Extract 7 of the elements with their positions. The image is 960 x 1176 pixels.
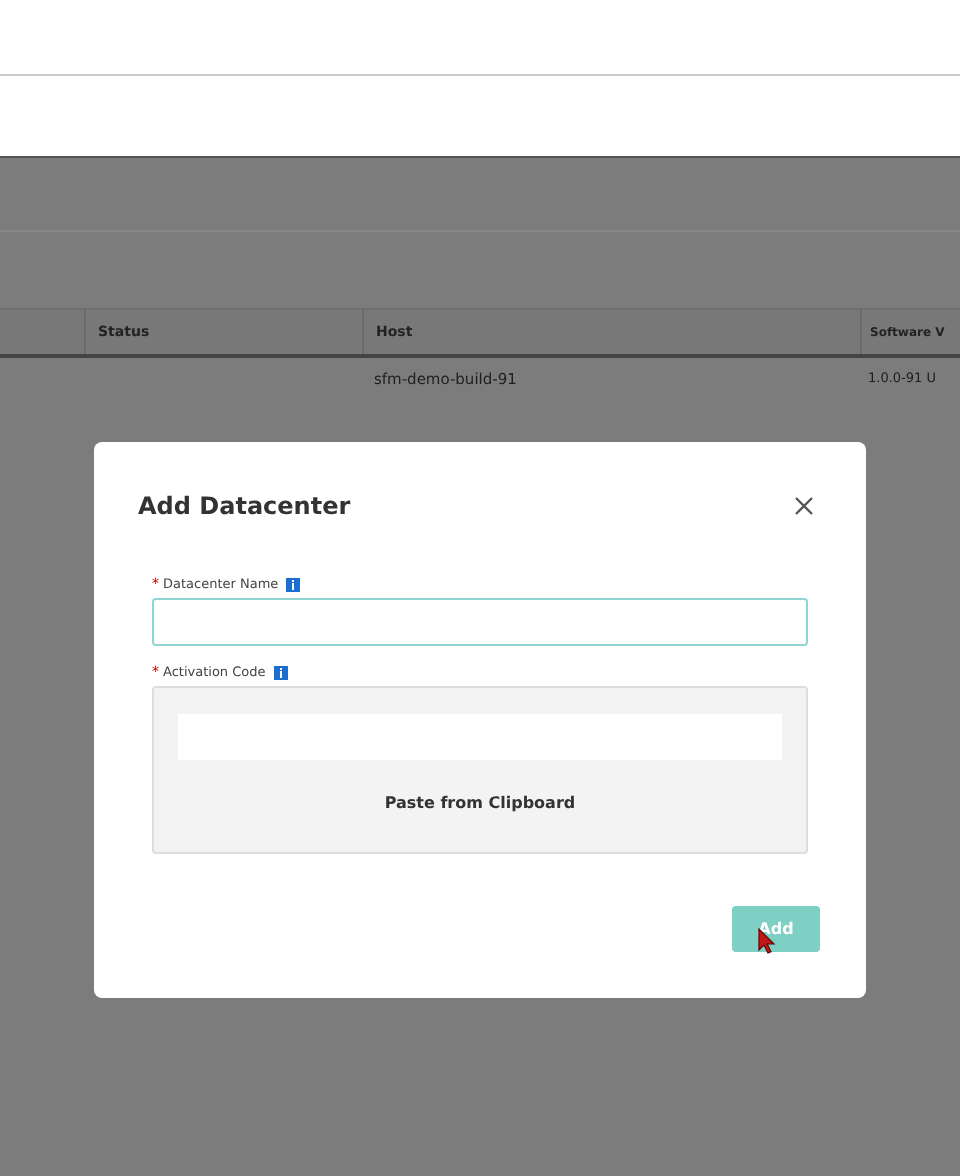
info-icon[interactable] <box>286 577 301 591</box>
dialog-title: Add Datacenter <box>138 492 351 520</box>
close-icon[interactable] <box>794 496 814 516</box>
text-field[interactable] <box>152 598 808 646</box>
paste-area[interactable]: Paste from Clipboard <box>152 686 808 854</box>
paste-link[interactable]: Paste from Clipboard <box>384 794 576 812</box>
info-icon[interactable] <box>273 665 288 679</box>
